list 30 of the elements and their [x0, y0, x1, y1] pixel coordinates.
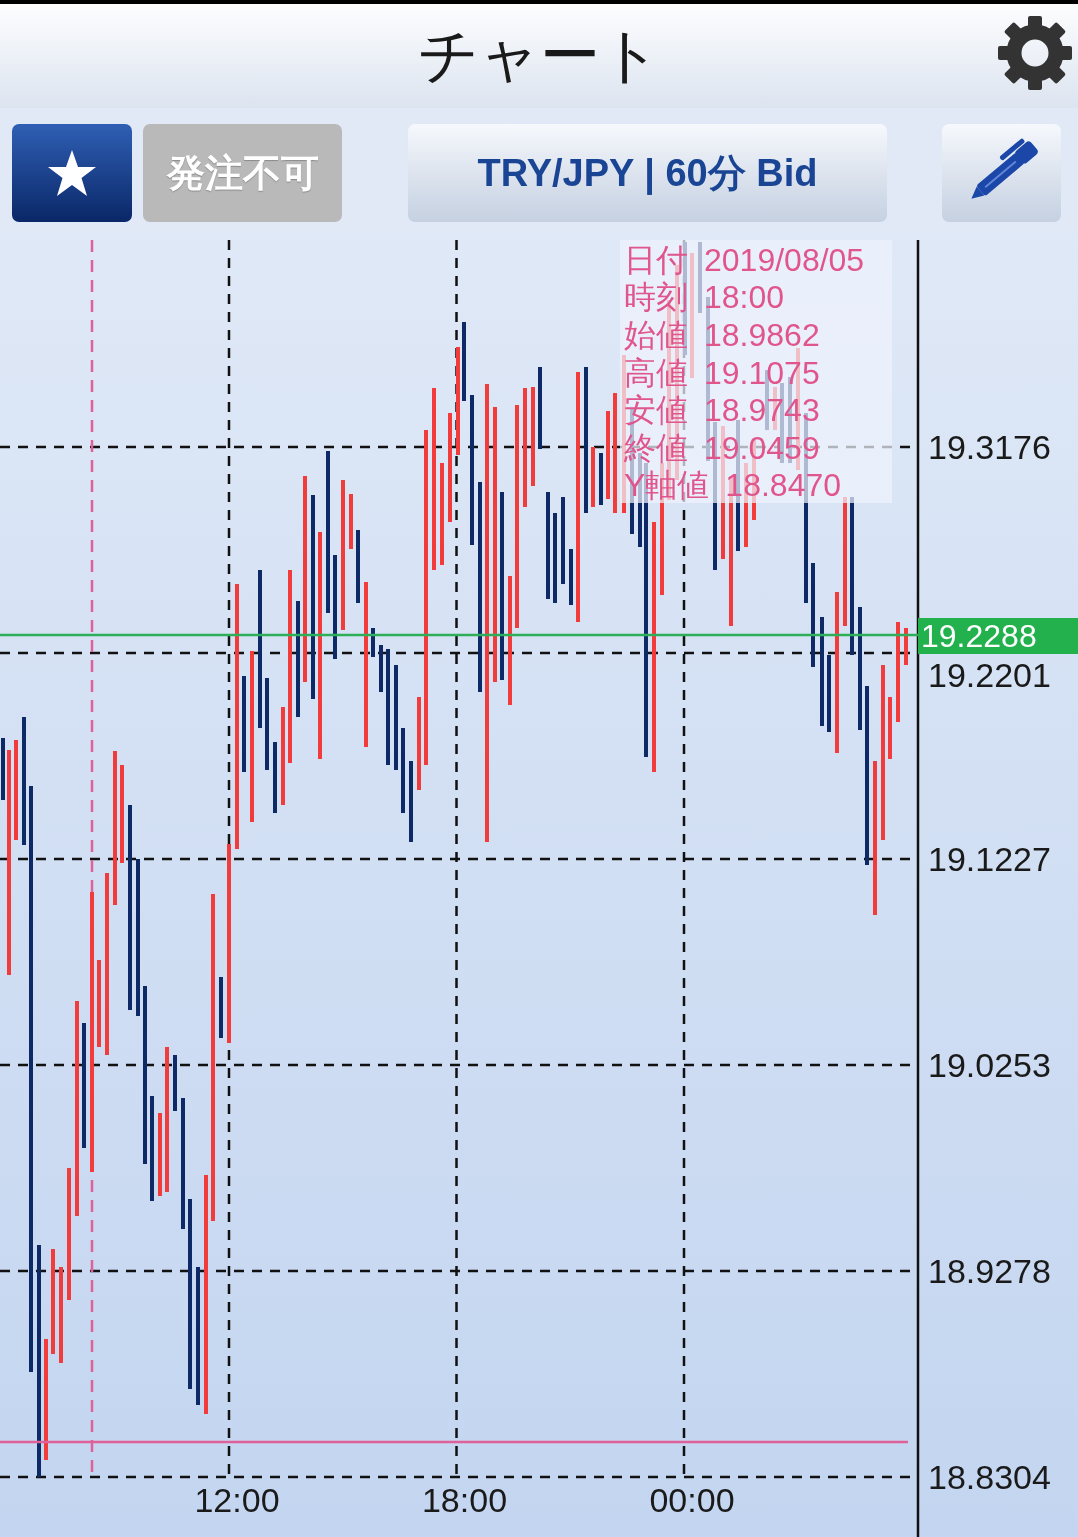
tooltip-value: 19.0459 [704, 431, 820, 464]
star-icon [47, 149, 97, 197]
tooltip-value: 2019/08/05 [704, 243, 865, 276]
tooltip-label: 日付 [624, 243, 688, 276]
tooltip-label: 始値 [624, 319, 688, 351]
tooltip-value: 19.1075 [704, 356, 820, 389]
tooltip-value: 18:00 [704, 281, 785, 314]
y-axis-label: 18.9278 [928, 1252, 1051, 1290]
y-axis-label: 19.0253 [928, 1046, 1051, 1084]
tooltip-value: 18.8470 [725, 469, 841, 502]
x-axis-label: 18:00 [421, 1481, 508, 1519]
y-axis-label: 19.3176 [928, 428, 1051, 466]
tooltip-label: Y軸値 [624, 469, 710, 502]
tooltip-label: 高値 [624, 356, 688, 389]
favorite-button[interactable] [12, 124, 132, 222]
tooltip-label: 安値 [624, 394, 688, 427]
x-axis-label: 12:00 [194, 1481, 280, 1519]
settings-icon[interactable] [997, 15, 1073, 91]
screen-title: チャート [417, 26, 661, 86]
current-price-tag: 19.2288 [918, 618, 1078, 654]
x-axis-label: 00:00 [649, 1481, 735, 1519]
y-axis-label: 18.8304 [928, 1458, 1051, 1496]
tooltip-value: 18.9743 [704, 394, 820, 427]
tooltip-value: 18.9862 [704, 319, 820, 351]
symbol-button[interactable]: TRY/JPY | 60分 Bid [408, 124, 887, 222]
tooltip-label: 終値 [624, 431, 688, 464]
y-axis-label: 19.1227 [928, 840, 1051, 878]
y-axis-label: 19.2201 [928, 656, 1051, 694]
tooltip-label: 時刻 [624, 281, 688, 314]
draw-button[interactable] [942, 124, 1061, 222]
